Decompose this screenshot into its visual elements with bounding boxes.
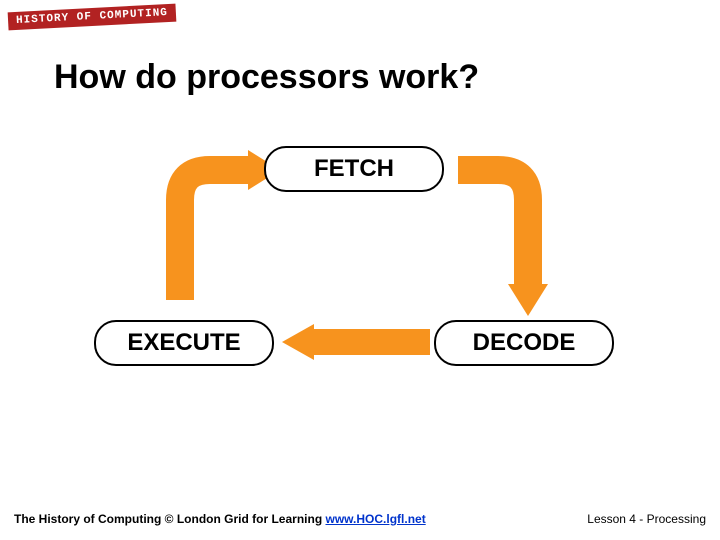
node-decode: DECODE bbox=[434, 320, 614, 366]
arrow-decode-to-execute bbox=[282, 324, 430, 360]
credit-text: The History of Computing © London Grid f… bbox=[14, 512, 325, 526]
slide-title: How do processors work? bbox=[54, 58, 479, 97]
arrow-fetch-to-decode bbox=[458, 170, 548, 316]
footer-credit: The History of Computing © London Grid f… bbox=[14, 512, 426, 526]
node-execute: EXECUTE bbox=[94, 320, 274, 366]
footer-lesson: Lesson 4 - Processing bbox=[587, 512, 706, 526]
node-fetch: FETCH bbox=[264, 146, 444, 192]
brand-badge: HISTORY OF COMPUTING bbox=[8, 4, 177, 31]
credit-link[interactable]: www.HOC.lgfl.net bbox=[325, 512, 425, 526]
